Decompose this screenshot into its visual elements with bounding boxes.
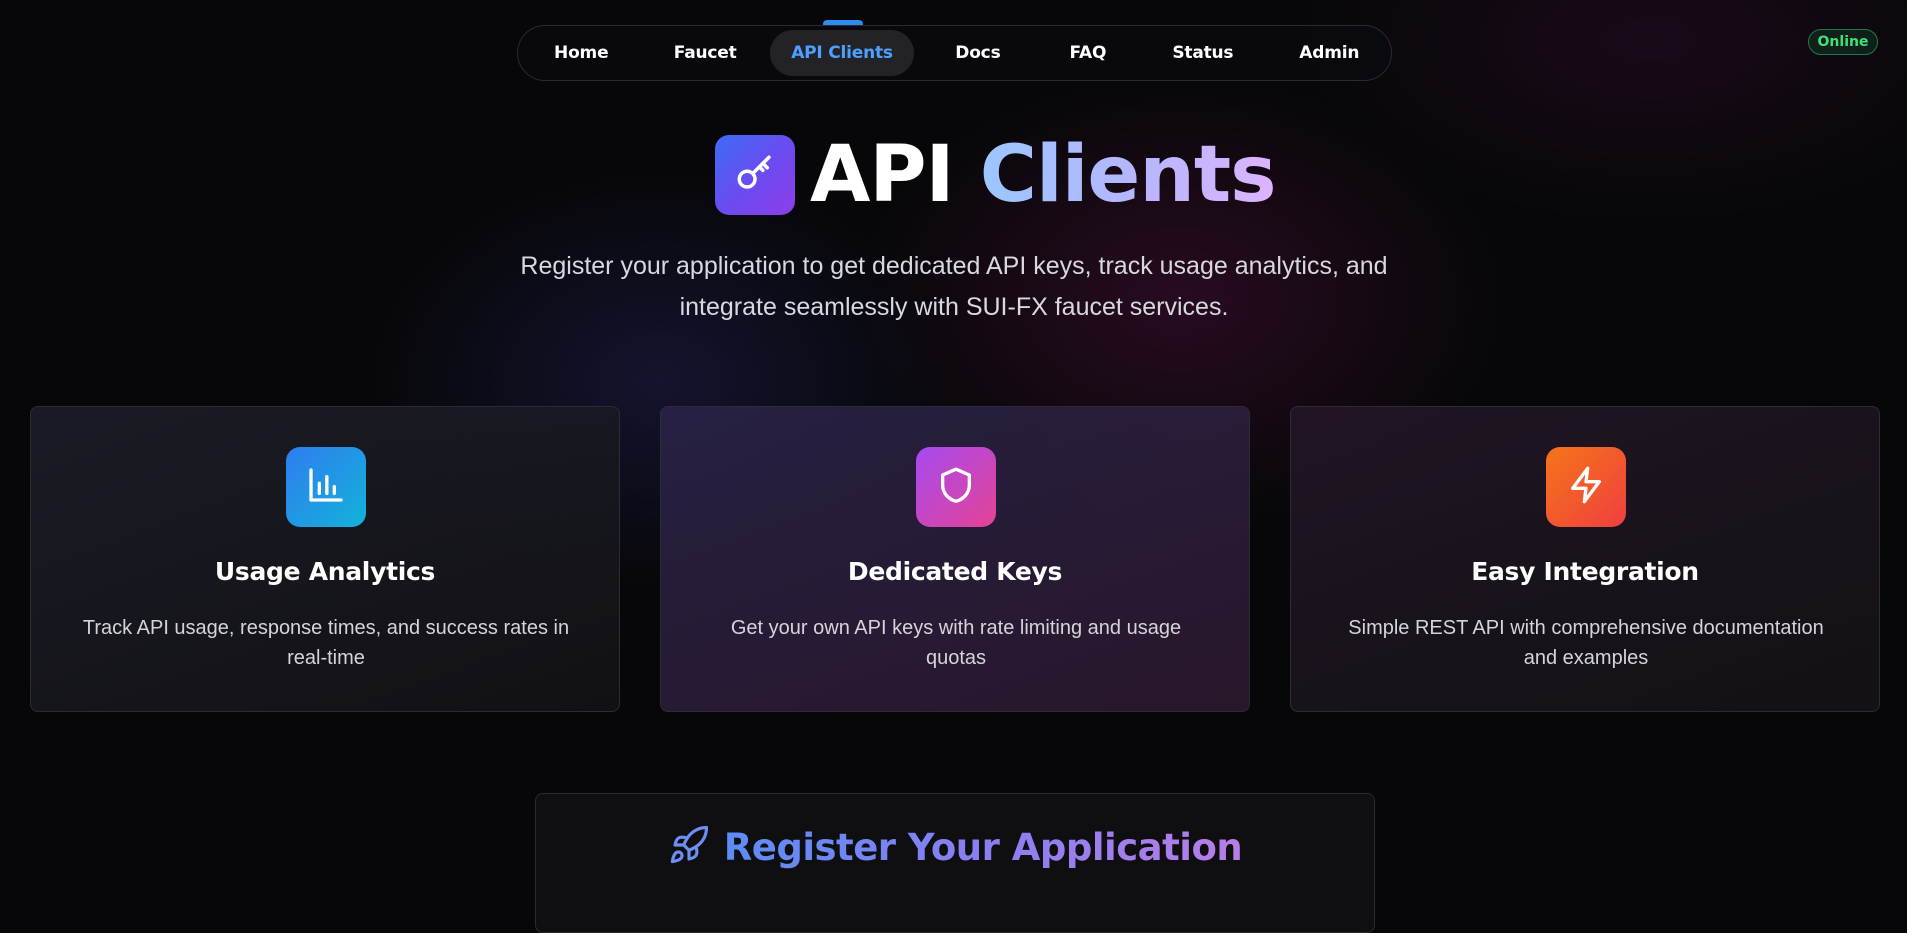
feature-description: Get your own API keys with rate limiting…: [730, 617, 1182, 669]
nav-item-admin[interactable]: Admin: [1272, 30, 1387, 76]
page-title-part-1: API: [810, 130, 955, 220]
hero-icon-tile: [715, 135, 795, 215]
nav-item-faucet[interactable]: Faucet: [640, 30, 769, 76]
shield-icon: [936, 465, 976, 509]
register-panel: Register Your Application: [535, 793, 1375, 933]
nav-item-api-clients[interactable]: API Clients: [769, 30, 915, 76]
feature-icon-tile: [286, 447, 366, 527]
page-subtitle: Register your application to get dedicat…: [520, 252, 1388, 321]
nav-item-docs[interactable]: Docs: [914, 30, 1041, 76]
key-icon: [734, 152, 776, 198]
feature-card-dedicated-keys: Dedicated Keys Get your own API keys wit…: [660, 406, 1250, 712]
page-title-part-2: Clients: [979, 130, 1277, 220]
nav-item-faq[interactable]: FAQ: [1042, 30, 1135, 76]
feature-title: Dedicated Keys: [847, 557, 1063, 586]
feature-card-usage-analytics: Usage Analytics Track API usage, respons…: [30, 406, 620, 712]
status-badge: Online: [1808, 29, 1878, 55]
page-title: API Clients: [810, 130, 1277, 220]
feature-title: Usage Analytics: [214, 557, 436, 586]
feature-description: Track API usage, response times, and suc…: [82, 617, 570, 669]
feature-card-easy-integration: Easy Integration Simple REST API with co…: [1290, 406, 1880, 712]
register-heading: Register Your Application: [536, 824, 1374, 870]
top-navigation: Home Faucet API Clients Docs FAQ Status …: [517, 25, 1392, 81]
feature-icon-tile: [916, 447, 996, 527]
lightning-icon: [1566, 465, 1606, 509]
nav-item-status[interactable]: Status: [1134, 30, 1271, 76]
bar-chart-icon: [306, 465, 346, 509]
register-title: Register Your Application: [723, 825, 1243, 869]
feature-icon-tile: [1546, 447, 1626, 527]
feature-title: Easy Integration: [1471, 557, 1699, 586]
nav-item-home[interactable]: Home: [522, 30, 640, 76]
rocket-icon: [668, 824, 710, 870]
feature-description: Simple REST API with comprehensive docum…: [1348, 617, 1824, 669]
